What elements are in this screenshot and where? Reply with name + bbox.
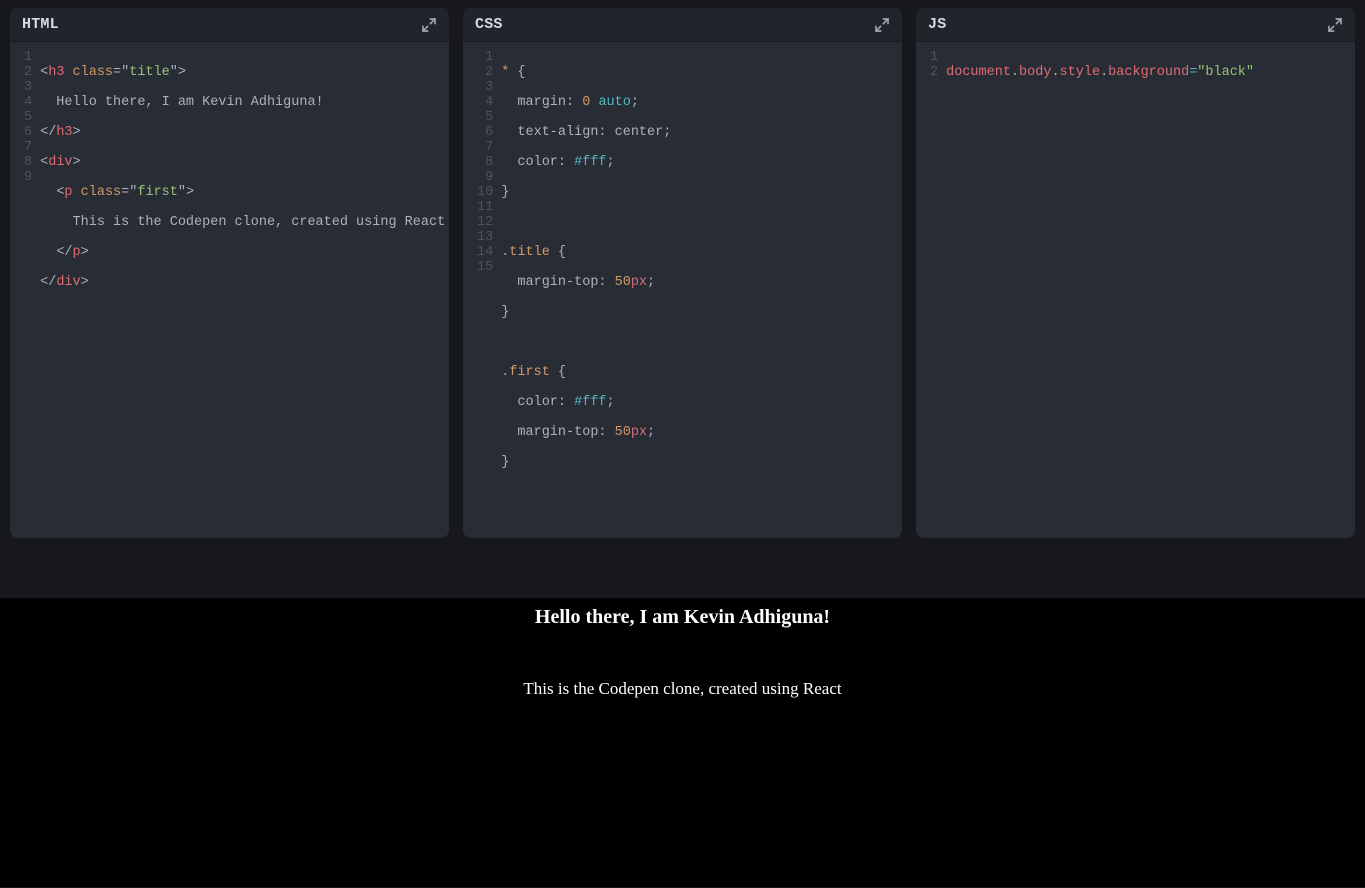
output-frame: Hello there, I am Kevin Adhiguna! This i… xyxy=(0,598,1365,887)
pane-html: HTML 123456789 <h3 class="title"> Hello … xyxy=(10,8,449,538)
editor-css[interactable]: 123456789101112131415 * { margin: 0 auto… xyxy=(463,42,902,538)
gutter: 12 xyxy=(916,50,946,140)
collapse-icon[interactable] xyxy=(421,17,437,33)
code-css[interactable]: * { margin: 0 auto; text-align: center; … xyxy=(501,50,902,530)
pane-header-css: CSS xyxy=(463,8,902,42)
output-paragraph: This is the Codepen clone, created using… xyxy=(0,679,1365,699)
pane-header-js: JS xyxy=(916,8,1355,42)
gutter: 123456789 xyxy=(10,50,40,350)
pane-js: JS 12 document.body.style.background="bl… xyxy=(916,8,1355,538)
code-html[interactable]: <h3 class="title"> Hello there, I am Kev… xyxy=(40,50,449,350)
pane-title-html: HTML xyxy=(22,16,59,33)
code-js[interactable]: document.body.style.background="black" xyxy=(946,50,1355,140)
pane-header-html: HTML xyxy=(10,8,449,42)
collapse-icon[interactable] xyxy=(1327,17,1343,33)
pane-title-css: CSS xyxy=(475,16,503,33)
output-heading: Hello there, I am Kevin Adhiguna! xyxy=(0,598,1365,629)
editor-html[interactable]: 123456789 <h3 class="title"> Hello there… xyxy=(10,42,449,358)
collapse-icon[interactable] xyxy=(874,17,890,33)
pane-title-js: JS xyxy=(928,16,946,33)
gutter: 123456789101112131415 xyxy=(463,50,501,530)
pane-css: CSS 123456789101112131415 * { margin: 0 … xyxy=(463,8,902,538)
editor-js[interactable]: 12 document.body.style.background="black… xyxy=(916,42,1355,148)
editor-row: HTML 123456789 <h3 class="title"> Hello … xyxy=(0,0,1365,548)
